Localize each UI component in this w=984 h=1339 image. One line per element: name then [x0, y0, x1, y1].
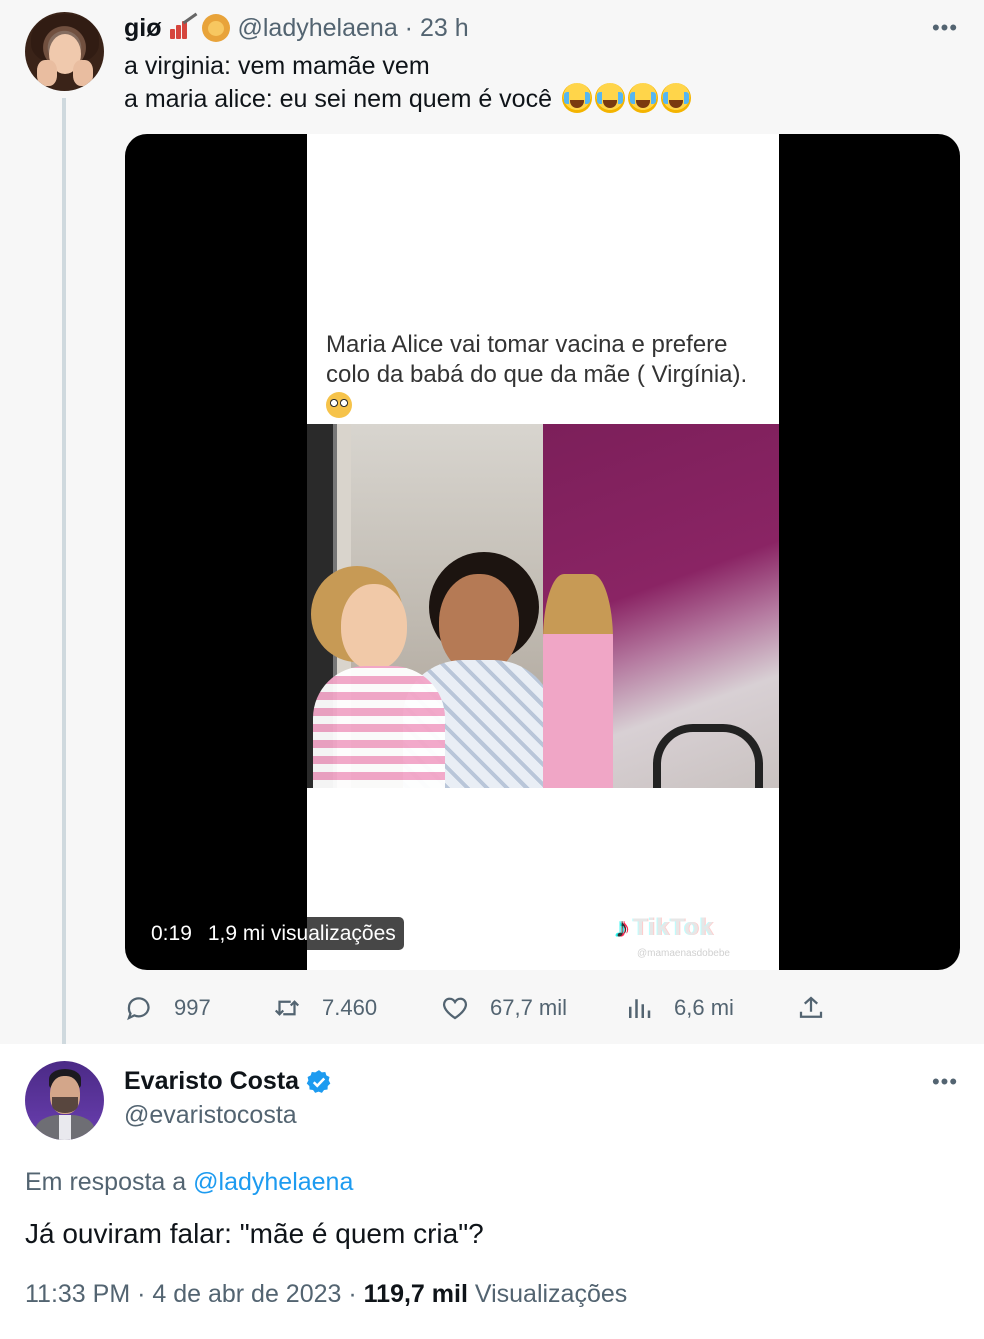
main-tweet[interactable]: Evaristo Costa @evaristocosta ••• Em res…: [0, 1044, 984, 1339]
like-button[interactable]: 67,7 mil: [440, 988, 567, 1028]
tweet-header: giø @ladyhelaena · 23 h: [124, 12, 469, 44]
author-handle[interactable]: @ladyhelaena · 23 h: [238, 14, 469, 43]
views-label: Visualizações: [474, 1280, 628, 1308]
tweet-text-line: a virginia: vem mamãe vem: [124, 52, 430, 80]
video-info-badge: 0:19 1,9 mi visualizações: [143, 917, 404, 950]
retweet-button[interactable]: 7.460: [272, 988, 377, 1028]
tweet-actions: 997 7.460 67,7 mil 6,6 mi: [124, 988, 834, 1028]
reply-to-link[interactable]: @ladyhelaena: [193, 1168, 353, 1196]
author-name[interactable]: giø: [124, 14, 162, 43]
thread-connector: [62, 98, 66, 1058]
tweet-time[interactable]: 11:33 PM: [25, 1280, 130, 1308]
author-name-row[interactable]: Evaristo Costa: [124, 1067, 333, 1096]
video-views: 1,9 mi visualizações: [207, 921, 396, 945]
heart-icon: [442, 997, 468, 1020]
retweet-icon: [274, 1000, 300, 1016]
more-options-icon[interactable]: •••: [930, 16, 960, 40]
tweet-metadata: 11:33 PM · 4 de abr de 2023 · 119,7 mil …: [25, 1280, 628, 1308]
verified-badge-icon: [306, 1069, 331, 1093]
reply-icon: [127, 997, 150, 1021]
parent-tweet[interactable]: giø @ladyhelaena · 23 h ••• a virginia: …: [0, 0, 984, 1058]
avatar[interactable]: [25, 12, 104, 91]
tweet-text: Já ouviram falar: "mãe é quem cria"?: [25, 1218, 484, 1249]
lion-face-icon: [201, 14, 230, 42]
author-name[interactable]: Evaristo Costa: [124, 1067, 299, 1096]
avatar[interactable]: [25, 1061, 104, 1140]
crying-face-icon: [561, 83, 592, 113]
share-button[interactable]: [796, 988, 846, 1028]
tiktok-logo-icon: ♪: [615, 912, 629, 943]
share-icon: [799, 996, 823, 1018]
flushed-face-icon: [326, 392, 352, 418]
reply-context: Em resposta a @ladyhelaena: [25, 1168, 354, 1196]
chart-with-red-bars-icon: [168, 12, 198, 41]
tweet-time[interactable]: 23 h: [420, 14, 469, 42]
video-frame: Maria Alice vai tomar vacina e prefere c…: [307, 134, 779, 970]
crying-face-icon: [660, 83, 691, 113]
tiktok-watermark: ♪ TikTok: [615, 912, 715, 943]
tiktok-username: @mamaenasdobebe: [637, 948, 730, 959]
crying-face-icon: [594, 83, 625, 113]
tweet-text-line: a maria alice: eu sei nem quem é você: [124, 83, 691, 116]
tweet-date[interactable]: 4 de abr de 2023: [152, 1280, 341, 1308]
video-duration: 0:19: [151, 921, 192, 945]
crying-face-icon: [627, 83, 658, 113]
video-player[interactable]: Maria Alice vai tomar vacina e prefere c…: [125, 134, 960, 970]
author-emojis: [168, 12, 230, 42]
tweet-text: a virginia: vem mamãe vem a maria alice:…: [124, 50, 691, 116]
video-still: [307, 424, 779, 788]
views-button[interactable]: 6,6 mi: [624, 988, 734, 1028]
bar-chart-icon: [629, 999, 651, 1018]
more-options-icon[interactable]: •••: [930, 1070, 960, 1094]
video-caption: Maria Alice vai tomar vacina e prefere c…: [326, 330, 766, 418]
author-handle[interactable]: @evaristocosta: [124, 1101, 297, 1130]
reply-button[interactable]: 997: [124, 988, 211, 1028]
views-count: 119,7 mil: [363, 1280, 468, 1308]
